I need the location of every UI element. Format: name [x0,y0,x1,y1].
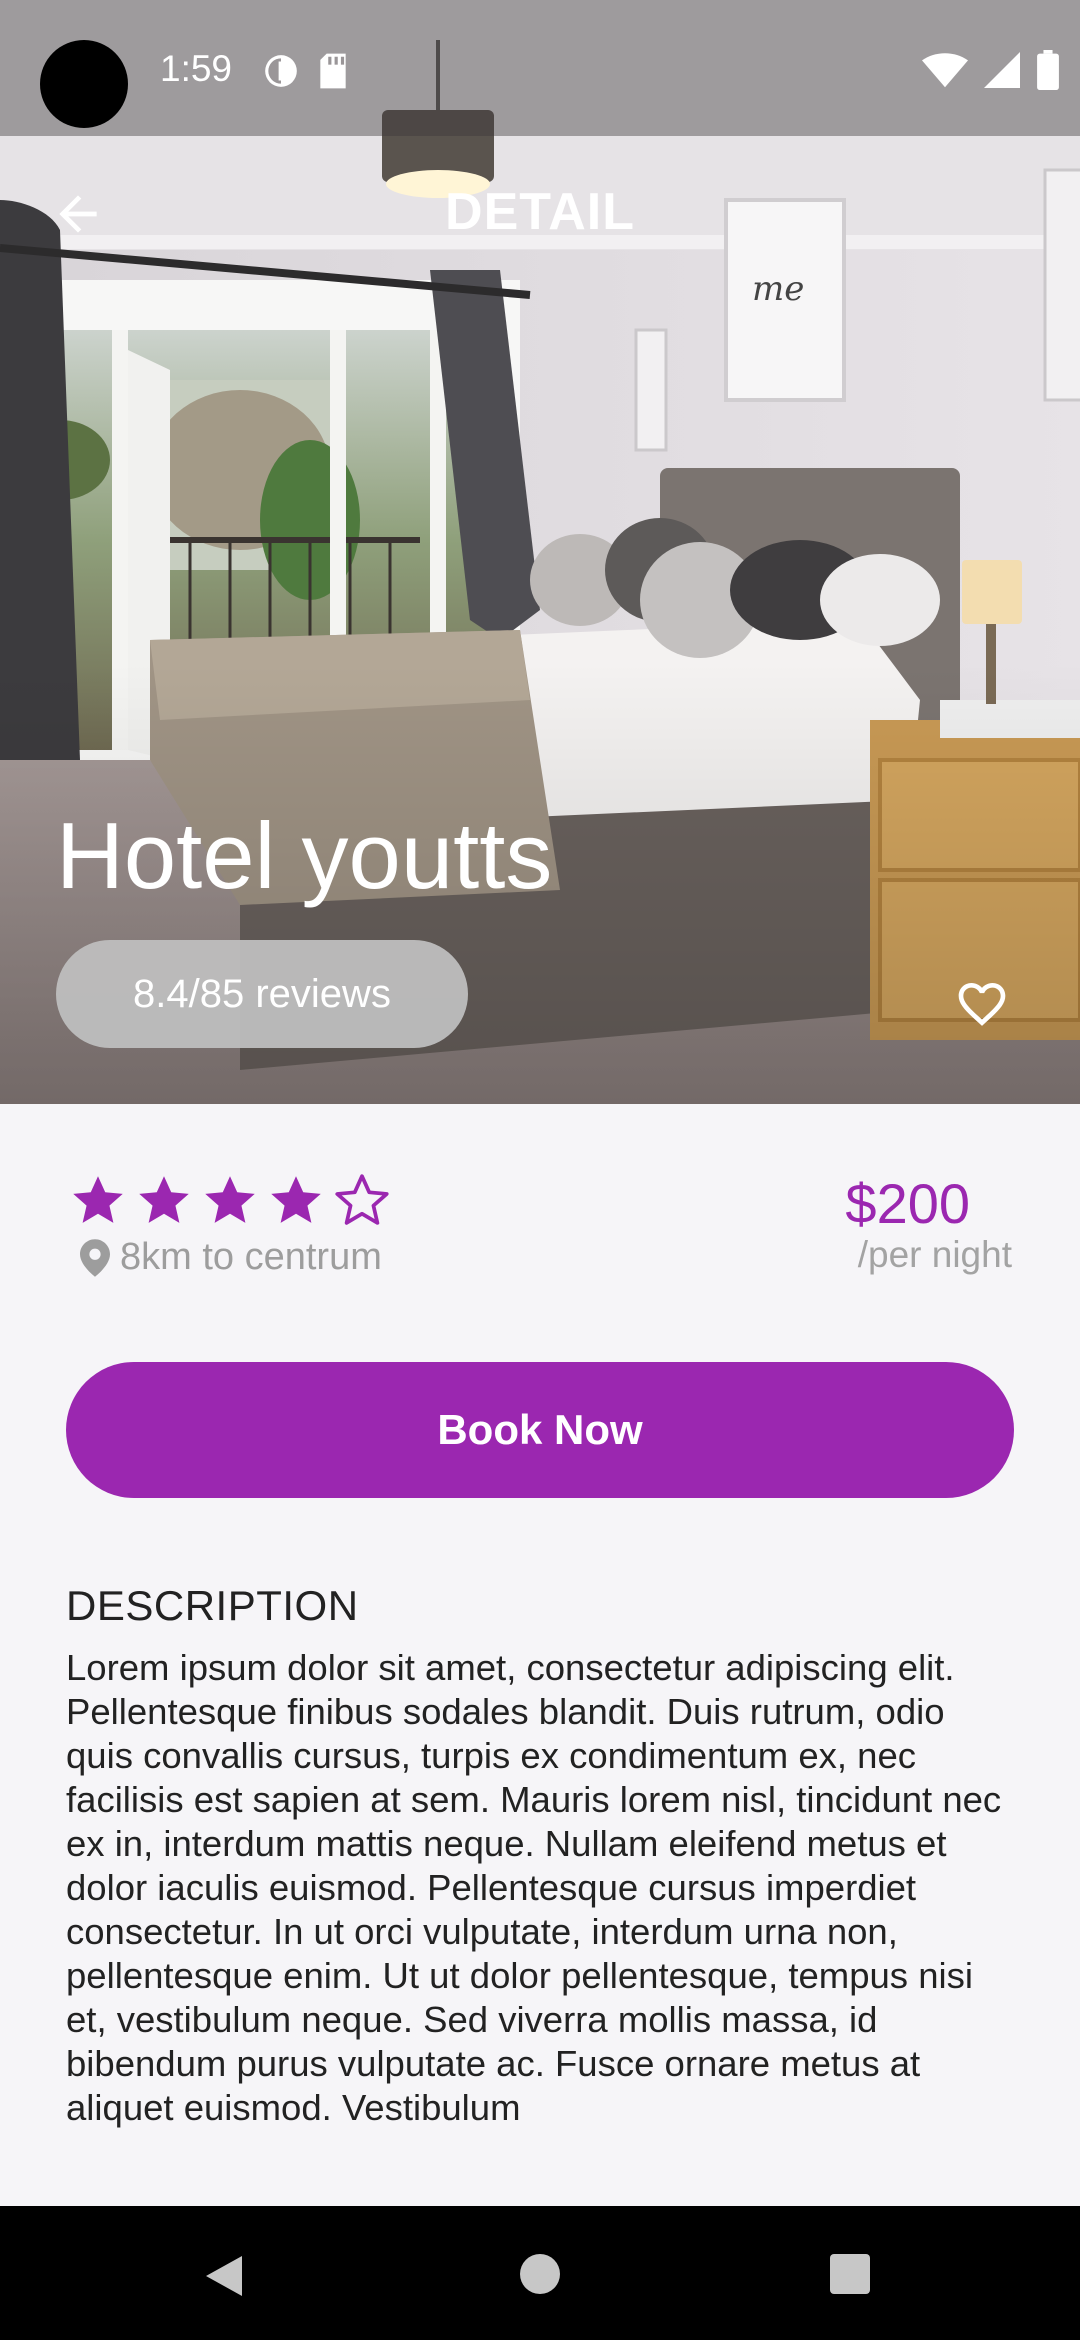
star-filled-icon [205,1176,255,1223]
heart-outline-icon[interactable] [952,976,1012,1032]
page-title: DETAIL [445,183,635,241]
status-bar: 1:59 [0,0,1080,136]
price-unit: /per night [857,1234,1012,1275]
price: $200 [845,1172,970,1235]
status-time: 1:59 [160,48,233,89]
nav-recents-icon[interactable] [830,2254,870,2294]
description-text: Lorem ipsum dolor sit amet, consectetur … [66,1647,1002,2128]
star-rating [70,1172,390,1228]
wifi-icon [922,53,968,88]
battery-icon [1037,50,1059,90]
star-outline-icon [335,1174,389,1225]
book-now-button[interactable]: Book Now [66,1362,1014,1498]
hero-section: me [0,0,1080,1104]
sd-card-icon [320,53,346,89]
data-saver-icon [265,55,297,87]
distance-row: 8km to centrum [80,1236,382,1279]
hotel-room-photo: me [0,0,1080,1104]
nav-home-icon[interactable] [520,2254,560,2294]
description-heading: DESCRIPTION [66,1582,359,1629]
distance-text: 8km to centrum [120,1236,382,1278]
reviews-badge[interactable]: 8.4/85 reviews [56,940,468,1048]
hotel-name: Hotel youtts [56,803,553,908]
location-pin-icon [80,1238,110,1277]
status-icons-right [922,50,1060,90]
cell-signal-icon [984,52,1020,88]
star-filled-icon [271,1176,321,1223]
system-nav-bar [0,2206,1080,2340]
nav-back-icon[interactable] [202,2252,246,2300]
status-icons-left [262,52,350,90]
star-filled-icon [139,1176,189,1223]
star-filled-icon [73,1176,123,1223]
camera-cutout [40,40,128,128]
